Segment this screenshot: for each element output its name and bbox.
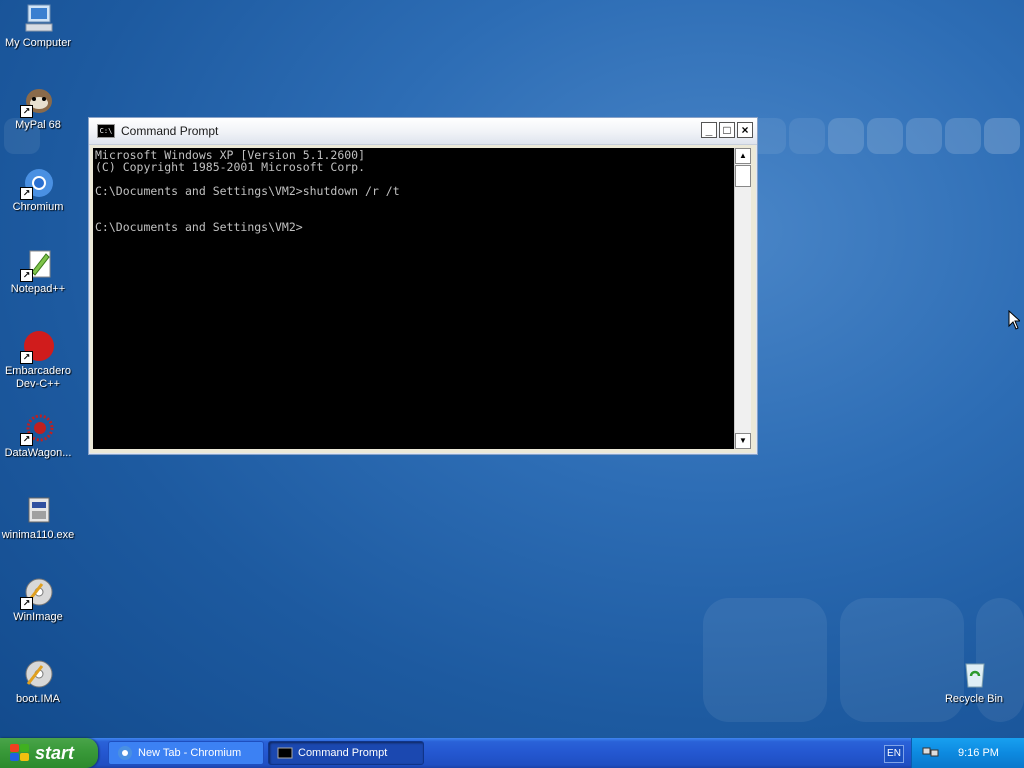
desktop-icon-label: Notepad++ — [10, 283, 66, 295]
desktop-icon-notepadpp[interactable]: ↗ Notepad++ — [0, 248, 76, 296]
notepad-plus-plus-icon: ↗ — [20, 248, 54, 282]
datawagon-icon: ↗ — [20, 412, 54, 446]
dev-cpp-icon: ↗ — [20, 330, 54, 364]
disk-image-icon — [22, 658, 54, 690]
shortcut-arrow-icon: ↗ — [20, 597, 33, 610]
command-prompt-window[interactable]: C:\ Command Prompt _ □ × Microsoft Windo… — [88, 117, 758, 455]
taskbar-button-label: New Tab - Chromium — [138, 747, 242, 759]
desktop-icon-label: WinImage — [13, 611, 63, 623]
desktop-icon-label: MyPal 68 — [15, 119, 61, 131]
taskbar-button-chromium[interactable]: New Tab - Chromium — [108, 741, 264, 765]
scroll-down-button[interactable]: ▼ — [735, 433, 751, 449]
language-indicator[interactable]: EN — [884, 745, 904, 763]
minimize-button[interactable]: _ — [701, 122, 717, 138]
close-button[interactable]: × — [737, 122, 753, 138]
window-controls: _ □ × — [701, 122, 753, 138]
mypal-icon: ↗ — [20, 84, 54, 118]
installer-icon — [22, 494, 54, 526]
maximize-button[interactable]: □ — [719, 122, 735, 138]
windows-flag-icon — [10, 744, 30, 762]
scroll-up-button[interactable]: ▲ — [735, 148, 751, 164]
desktop-icon-winimage[interactable]: ↗ WinImage — [0, 576, 76, 624]
start-label: start — [35, 742, 75, 763]
desktop-icon-label: Embarcadero Dev-C++ — [4, 365, 72, 390]
desktop-icon-label: My Computer — [4, 37, 72, 49]
desktop-icon-recycle-bin[interactable]: Recycle Bin — [936, 658, 1012, 706]
shortcut-arrow-icon: ↗ — [20, 351, 33, 364]
clock[interactable]: 9:16 PM — [958, 747, 999, 759]
desktop-icon-datawagon[interactable]: ↗ DataWagon... — [0, 412, 76, 460]
console-icon — [277, 745, 293, 761]
start-button[interactable]: start — [0, 738, 98, 768]
shortcut-arrow-icon: ↗ — [20, 187, 33, 200]
recycle-bin-icon — [958, 658, 990, 690]
desktop-icon-mypal[interactable]: ↗ MyPal 68 — [0, 84, 76, 132]
desktop-icon-label: winima110.exe — [1, 529, 75, 541]
taskbar: start New Tab - Chromium Command Prompt … — [0, 738, 1024, 768]
desktop-icon-my-computer[interactable]: My Computer — [0, 2, 76, 50]
desktop-icon-winima-exe[interactable]: winima110.exe — [0, 494, 76, 542]
desktop-icon-boot-ima[interactable]: boot.IMA — [0, 658, 76, 706]
window-titlebar[interactable]: C:\ Command Prompt _ □ × — [89, 118, 757, 145]
console-icon: C:\ — [97, 124, 115, 138]
network-icon[interactable] — [922, 744, 940, 763]
winimage-icon: ↗ — [20, 576, 54, 610]
shortcut-arrow-icon: ↗ — [20, 433, 33, 446]
desktop-icon-label: Chromium — [12, 201, 64, 213]
taskbar-button-command-prompt[interactable]: Command Prompt — [268, 741, 424, 765]
taskbar-button-label: Command Prompt — [298, 747, 388, 759]
computer-icon — [22, 2, 54, 34]
system-tray: 9:16 PM — [911, 738, 1024, 768]
scroll-thumb[interactable] — [735, 165, 751, 187]
chromium-icon — [117, 745, 133, 761]
shortcut-arrow-icon: ↗ — [20, 105, 33, 118]
console-output[interactable]: Microsoft Windows XP [Version 5.1.2600] … — [93, 148, 734, 449]
mouse-cursor-icon — [1008, 309, 1022, 335]
desktop-icon-devcpp[interactable]: ↗ Embarcadero Dev-C++ — [0, 330, 76, 391]
shortcut-arrow-icon: ↗ — [20, 269, 33, 282]
window-title: Command Prompt — [121, 124, 219, 138]
desktop-icon-chromium[interactable]: ↗ Chromium — [0, 166, 76, 214]
chromium-icon: ↗ — [20, 166, 54, 200]
desktop-icon-label: DataWagon... — [4, 447, 72, 459]
desktop-icon-label: boot.IMA — [15, 693, 61, 705]
desktop-icon-label: Recycle Bin — [944, 693, 1004, 705]
vertical-scrollbar[interactable]: ▲ ▼ — [734, 148, 751, 449]
